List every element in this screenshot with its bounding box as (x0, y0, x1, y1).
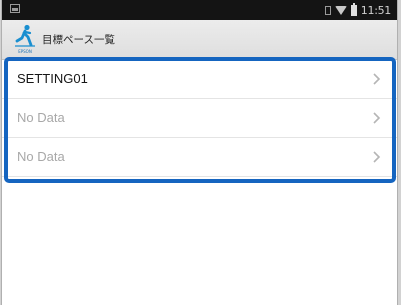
phone-screen: 11:51 EPSON 目標ペース一覧 SETTING01 No Data No… (1, 0, 398, 305)
page-title: 目標ペース一覧 (42, 34, 115, 46)
chevron-right-icon (373, 112, 381, 124)
action-bar: EPSON 目標ペース一覧 (2, 20, 397, 60)
app-logo[interactable]: EPSON (13, 24, 37, 54)
sim-icon (324, 5, 331, 15)
runner-icon (15, 24, 35, 47)
pace-setting-list: SETTING01 No Data No Data (2, 60, 397, 177)
list-item-label: No Data (17, 110, 65, 125)
list-item[interactable]: SETTING01 (2, 60, 397, 99)
list-item-label: No Data (17, 149, 65, 164)
list-item[interactable]: No Data (2, 138, 397, 177)
logo-text: EPSON (18, 49, 32, 54)
chevron-right-icon (373, 151, 381, 163)
status-indicators: 11:51 (324, 2, 392, 18)
battery-icon (350, 2, 357, 16)
wifi-icon (334, 5, 347, 15)
chevron-right-icon (373, 73, 381, 85)
status-bar: 11:51 (2, 0, 397, 20)
notification-icon (10, 4, 20, 13)
list-item-label: SETTING01 (17, 71, 88, 86)
status-time: 11:51 (360, 3, 392, 17)
list-item[interactable]: No Data (2, 99, 397, 138)
